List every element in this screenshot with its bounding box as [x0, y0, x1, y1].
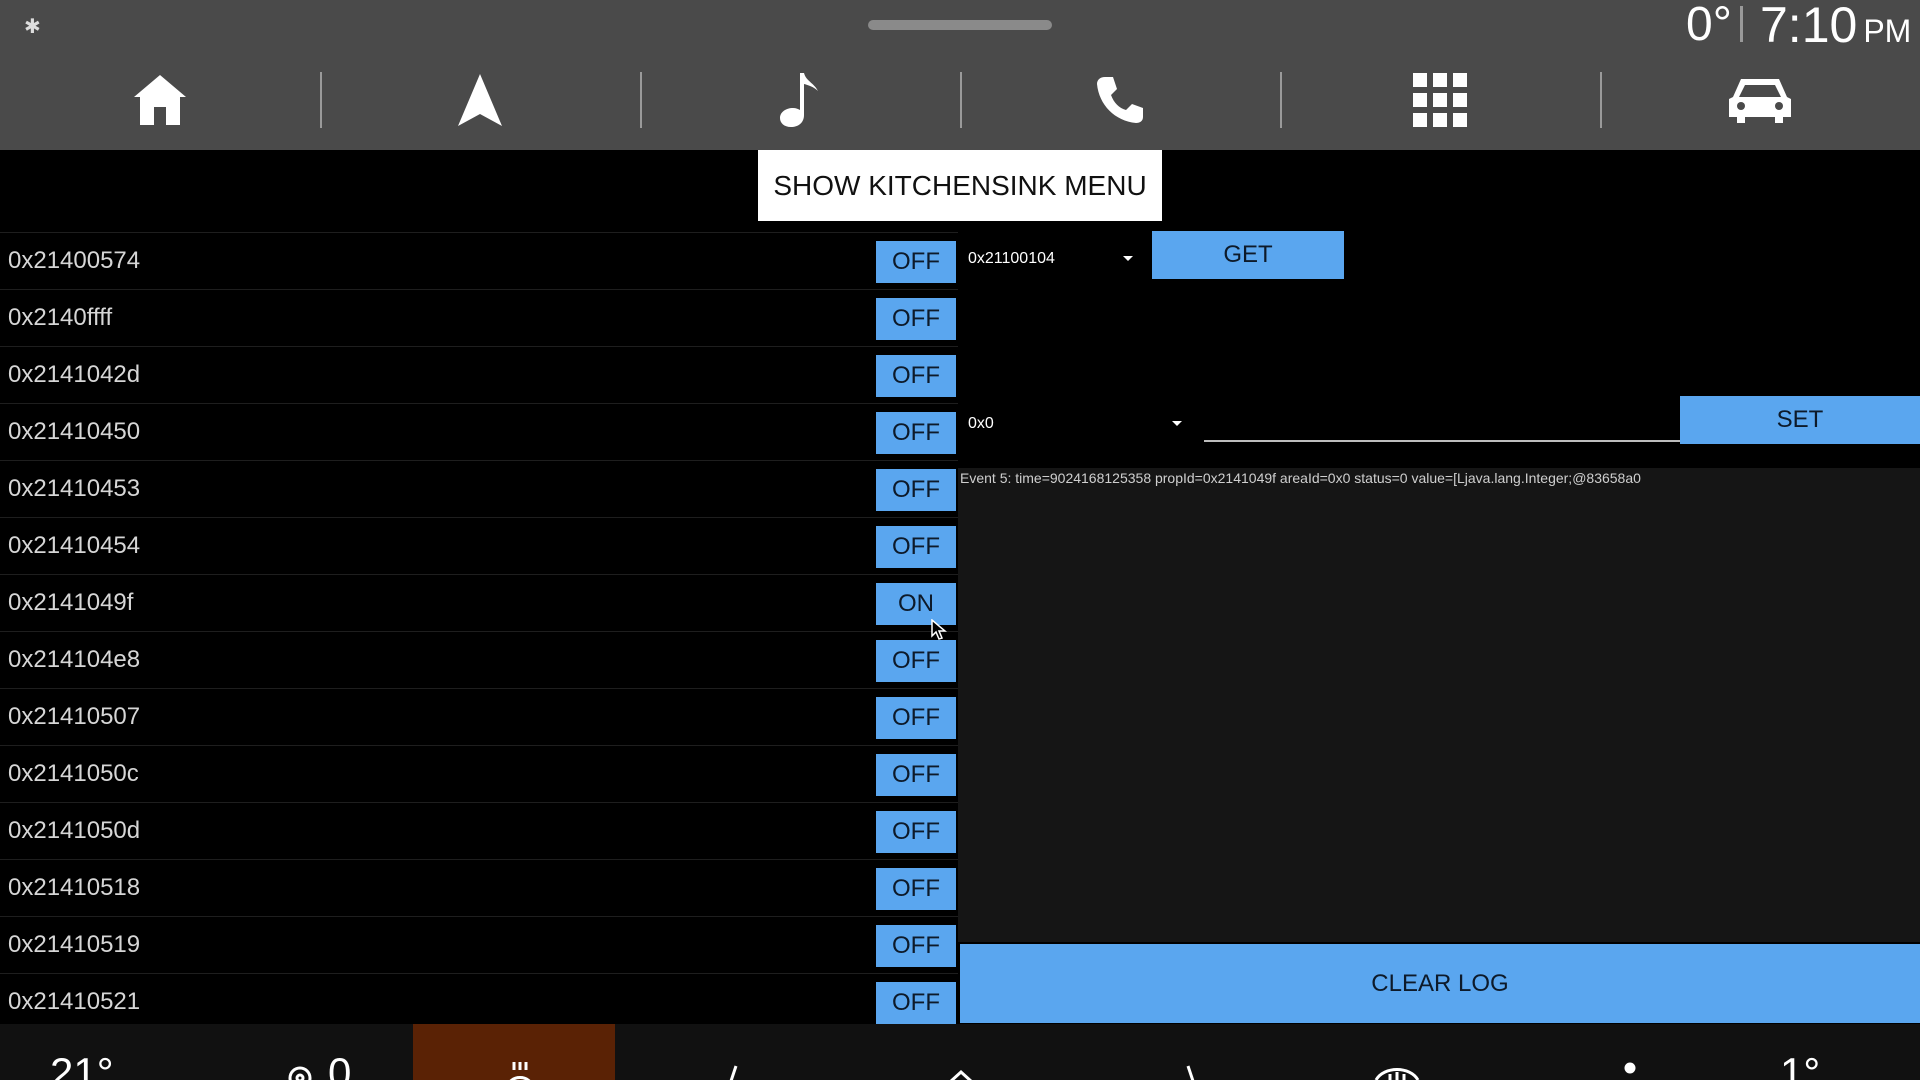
airflow-icon[interactable] — [946, 1068, 976, 1080]
fan-icon[interactable] — [280, 1060, 320, 1080]
property-toggle-button[interactable]: OFF — [876, 469, 956, 511]
property-id: 0x2141050c — [8, 760, 139, 787]
app-navigation-bar — [0, 62, 1920, 138]
property-toggle-button[interactable]: OFF — [876, 355, 956, 397]
property-row: 0x21410450 OFF — [0, 403, 958, 460]
bluetooth-icon: ✱ — [24, 16, 41, 38]
outside-temperature: 0° — [1686, 0, 1732, 51]
navigation-arrow-icon — [458, 74, 502, 126]
property-toggle-button[interactable]: OFF — [876, 982, 956, 1024]
driver-temperature[interactable]: 21° — [50, 1052, 114, 1080]
property-row: 0x21410454 OFF — [0, 517, 958, 574]
fan-speed: 0 — [328, 1049, 352, 1080]
set-button[interactable]: SET — [1680, 396, 1920, 444]
property-id: 0x21410518 — [8, 874, 141, 901]
property-row: 0x2141049f ON — [0, 574, 958, 631]
property-row: 0x2140ffff OFF — [0, 289, 958, 346]
passenger-temperature[interactable]: 1° — [1780, 1052, 1820, 1080]
clock: 7:10 PM — [1760, 0, 1911, 56]
property-row: 0x21410519 OFF — [0, 916, 958, 973]
clear-log-button[interactable]: CLEAR LOG — [960, 944, 1920, 1023]
get-button[interactable]: GET — [1152, 231, 1344, 279]
property-id: 0x2141042d — [8, 361, 141, 388]
climate-control-bar: 21° 0 1° — [0, 1024, 1920, 1080]
log-line: Event 5: time=9024168125358 propId=0x214… — [960, 470, 1641, 486]
property-row: 0x21410521 OFF — [0, 973, 958, 1030]
show-kitchensink-menu-button[interactable]: SHOW KITCHENSINK MENU — [758, 150, 1162, 221]
property-id: 0x21400574 — [8, 247, 141, 274]
property-id: 0x21410453 — [8, 475, 141, 502]
defrost-icon[interactable] — [1374, 1064, 1420, 1080]
nav-apps-button[interactable] — [1280, 62, 1600, 138]
notification-drag-handle[interactable] — [868, 20, 1052, 30]
music-note-icon — [780, 73, 818, 127]
property-select-value: 0x21100104 — [968, 250, 1055, 267]
property-toggle-button[interactable]: OFF — [876, 754, 956, 796]
passenger-seat-icon[interactable] — [1620, 1062, 1640, 1080]
property-toggle-button[interactable]: OFF — [876, 412, 956, 454]
nav-home-button[interactable] — [0, 62, 320, 138]
phone-icon — [1097, 77, 1143, 123]
seat-heater-icon[interactable] — [500, 1058, 540, 1080]
chevron-down-icon — [1172, 421, 1182, 426]
status-divider — [1740, 6, 1743, 42]
property-id: 0x2141050d — [8, 817, 141, 844]
property-row: 0x21410507 OFF — [0, 688, 958, 745]
property-id: 0x2141049f — [8, 589, 134, 616]
property-toggle-button[interactable]: OFF — [876, 640, 956, 682]
nav-navigation-button[interactable] — [320, 62, 640, 138]
mouse-pointer-icon — [931, 619, 947, 640]
property-toggle-button[interactable]: OFF — [876, 925, 956, 967]
property-id: 0x21410507 — [8, 703, 141, 730]
property-row: 0x21410518 OFF — [0, 859, 958, 916]
home-icon — [134, 75, 186, 125]
system-top-bar: ✱ 0° 7:10 PM — [0, 0, 1920, 150]
seat-recline-icon[interactable] — [716, 1060, 746, 1080]
clock-ampm: PM — [1863, 13, 1912, 49]
property-id: 0x2140ffff — [8, 304, 113, 331]
property-id: 0x21410519 — [8, 931, 141, 958]
property-id: 0x21410454 — [8, 532, 141, 559]
property-toggle-button[interactable]: OFF — [876, 811, 956, 853]
property-id: 0x21410450 — [8, 418, 141, 445]
property-row: 0x21400574 OFF — [0, 232, 958, 289]
property-row: 0x2141050d OFF — [0, 802, 958, 859]
property-row: 0x2141050c OFF — [0, 745, 958, 802]
property-list: 0x21400574 OFF 0x2140ffff OFF 0x2141042d OFF 0… — [0, 232, 958, 1030]
property-select[interactable]: 0x21100104 — [968, 250, 1134, 270]
property-row: 0x21410453 OFF — [0, 460, 958, 517]
property-id: 0x214104e8 — [8, 646, 141, 673]
property-toggle-button[interactable]: OFF — [876, 868, 956, 910]
property-toggle-button[interactable]: OFF — [876, 298, 956, 340]
nav-media-button[interactable] — [640, 62, 960, 138]
property-id: 0x21410521 — [8, 988, 141, 1015]
car-icon — [1729, 79, 1791, 123]
area-select[interactable]: 0x0 — [968, 415, 1184, 435]
nav-phone-button[interactable] — [960, 62, 1280, 138]
seat-recline-passenger-icon[interactable] — [1180, 1060, 1210, 1080]
property-row: 0x2141042d OFF — [0, 346, 958, 403]
clock-time: 7:10 — [1760, 0, 1858, 53]
set-value-input[interactable] — [1204, 404, 1680, 442]
property-toggle-button[interactable]: OFF — [876, 241, 956, 283]
chevron-down-icon — [1123, 256, 1133, 261]
property-toggle-button[interactable]: OFF — [876, 526, 956, 568]
property-row: 0x214104e8 OFF — [0, 631, 958, 688]
nav-car-button[interactable] — [1600, 62, 1920, 138]
event-log[interactable]: Event 5: time=9024168125358 propId=0x214… — [958, 468, 1920, 942]
property-toggle-button[interactable]: OFF — [876, 697, 956, 739]
app-grid-icon — [1413, 73, 1467, 127]
area-select-value: 0x0 — [968, 415, 994, 432]
